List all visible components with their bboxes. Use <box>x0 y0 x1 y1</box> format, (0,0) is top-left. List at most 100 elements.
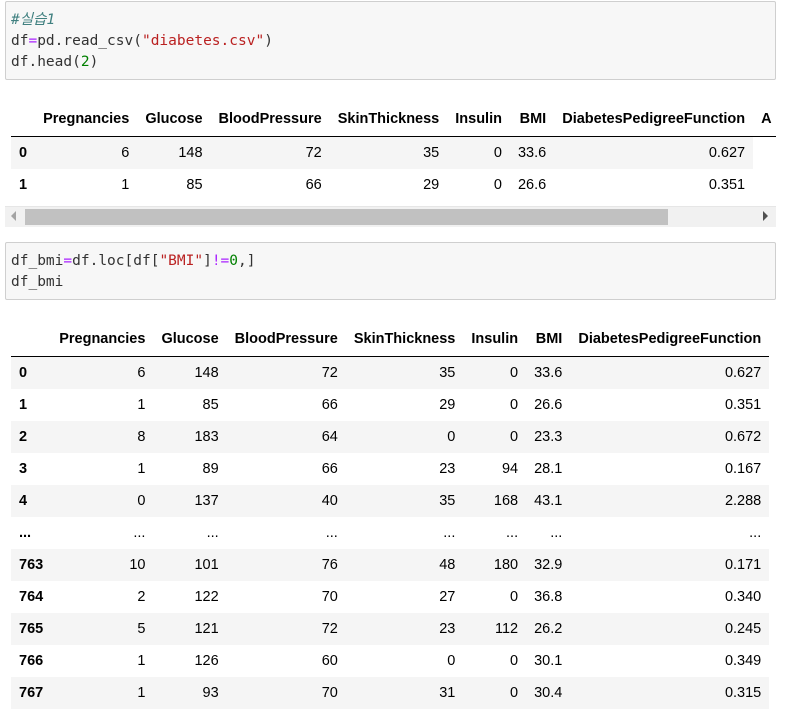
row-index: 767 <box>19 685 44 701</box>
column-header: Glucose <box>137 102 211 137</box>
code-cell-1[interactable]: #실습1 df=pd.read_csv("diabetes.csv") df.h… <box>5 1 776 80</box>
table-cell: 35 <box>439 493 456 509</box>
table-cell: 1 <box>137 685 146 701</box>
row-index: 1 <box>19 177 28 193</box>
table-cell: 2 <box>137 589 146 605</box>
table-cell: 35 <box>423 145 440 161</box>
table-cell: 72 <box>321 365 338 381</box>
table-cell: 26.6 <box>517 177 547 193</box>
table-cell: 28.1 <box>534 461 563 477</box>
column-header: SkinThickness <box>345 322 464 357</box>
table-cell: ... <box>133 525 146 541</box>
table-cell: 0.627 <box>708 145 746 161</box>
table-cell: 101 <box>194 557 219 573</box>
table-cell: 27 <box>439 589 456 605</box>
column-header: Insulin <box>463 322 527 357</box>
table-cell: 121 <box>194 621 219 637</box>
table-cell: 0 <box>493 177 502 193</box>
table-cell: 112 <box>494 621 519 637</box>
table-cell: 0.349 <box>724 653 762 669</box>
table-cell: 76 <box>321 557 338 573</box>
table-cell: 168 <box>493 493 519 509</box>
table-row: 1 1 85 66 29 0 26.6 0.351 <box>11 169 776 201</box>
table-cell: 26.2 <box>534 621 563 637</box>
table-cell: 122 <box>194 589 219 605</box>
table-cell: 30.1 <box>534 653 563 669</box>
table-cell: 126 <box>194 653 219 669</box>
column-header: BMI <box>509 102 555 137</box>
table-cell: 23 <box>439 621 456 637</box>
output-table-2: Pregnancies Glucose BloodPressure SkinThick… <box>11 322 777 717</box>
table-cell: 29 <box>439 397 456 413</box>
table-row: 4 0 137 40 35 168 43.1 2.288 <box>11 485 770 517</box>
code-token: df_bmi <box>11 274 64 290</box>
code-cell-2[interactable]: df_bmi=df.loc[df["BMI"]!=0,] df_bmi <box>5 242 776 300</box>
table-cell: 137 <box>194 493 219 509</box>
code-operator: = <box>63 253 73 269</box>
horizontal-scrollbar[interactable] <box>5 206 776 227</box>
table-cell: 0 <box>493 145 502 161</box>
table-cell: 0.245 <box>724 621 762 637</box>
table-cell: 0 <box>447 653 456 669</box>
table-cell: 60 <box>321 653 338 669</box>
table-cell: 0.672 <box>724 429 762 445</box>
table-cell: 31 <box>439 685 456 701</box>
table-cell: 29 <box>423 177 440 193</box>
table-cell: 40 <box>321 493 338 509</box>
row-index: 0 <box>19 145 28 161</box>
table-cell: 0.351 <box>724 397 762 413</box>
code-line: df=pd.read_csv("diabetes.csv") <box>6 31 775 52</box>
table-cell: 89 <box>202 461 219 477</box>
table-cell: 148 <box>194 365 219 381</box>
table-cell: 66 <box>321 461 338 477</box>
row-index: 0 <box>19 365 28 381</box>
table-cell: 30.4 <box>534 685 563 701</box>
row-index: 2 <box>19 429 28 445</box>
table-row: 0 6 148 72 35 0 33.6 0.627 <box>11 356 770 389</box>
table-cell: 35 <box>439 365 456 381</box>
column-header: DiabetesPedigreeFunction <box>570 322 770 357</box>
table-cell: 0 <box>510 685 519 701</box>
table-cell: 0.627 <box>724 365 762 381</box>
table-row: 766 1 126 60 0 0 30.1 0.349 <box>11 645 769 677</box>
table-cell: 26.6 <box>534 397 563 413</box>
table-cell: 2.288 <box>724 493 762 509</box>
table-row: 0 6 148 72 35 0 33.6 0.627 <box>11 136 776 169</box>
table-cell: 94 <box>501 461 519 477</box>
dataframe-table: Pregnancies Glucose BloodPressure SkinThick… <box>11 102 776 201</box>
row-index: 765 <box>19 621 44 637</box>
table-cell: 148 <box>178 145 203 161</box>
scrollbar-thumb[interactable] <box>25 209 668 225</box>
table-cell: 6 <box>137 365 146 381</box>
table-cell: 36.8 <box>534 589 563 605</box>
table-cell: 0 <box>447 429 456 445</box>
table-cell: 64 <box>321 429 338 445</box>
table-cell: 0 <box>510 653 519 669</box>
code-line: df_bmi=df.loc[df["BMI"]!=0,] <box>6 251 775 272</box>
index-header <box>11 322 52 357</box>
table-cell: 93 <box>202 685 219 701</box>
column-header: SkinThickness <box>329 102 448 137</box>
row-index: ... <box>19 525 32 541</box>
table-cell: 0 <box>137 493 146 509</box>
scroll-right-icon[interactable] <box>763 211 768 221</box>
table-row: ........................ <box>11 517 769 549</box>
table-cell: 72 <box>305 145 322 161</box>
column-header: Pregnancies <box>51 322 154 357</box>
code-token: ) <box>89 54 99 70</box>
table-cell: 33.6 <box>534 365 563 381</box>
code-line: df.head(2) <box>6 52 775 73</box>
code-number: 0 <box>229 253 239 269</box>
row-index: 3 <box>19 461 28 477</box>
table-cell: 23 <box>439 461 456 477</box>
table-cell: 8 <box>137 429 146 445</box>
table-cell: 1 <box>137 397 146 413</box>
table-cell: 10 <box>129 557 146 573</box>
row-index: 1 <box>19 397 28 413</box>
column-header: Insulin <box>447 102 510 137</box>
scroll-left-icon[interactable] <box>11 211 16 221</box>
table-cell: 0.167 <box>724 461 762 477</box>
row-index: 763 <box>19 557 44 573</box>
table-cell: 180 <box>493 557 519 573</box>
table-cell: 70 <box>321 589 338 605</box>
